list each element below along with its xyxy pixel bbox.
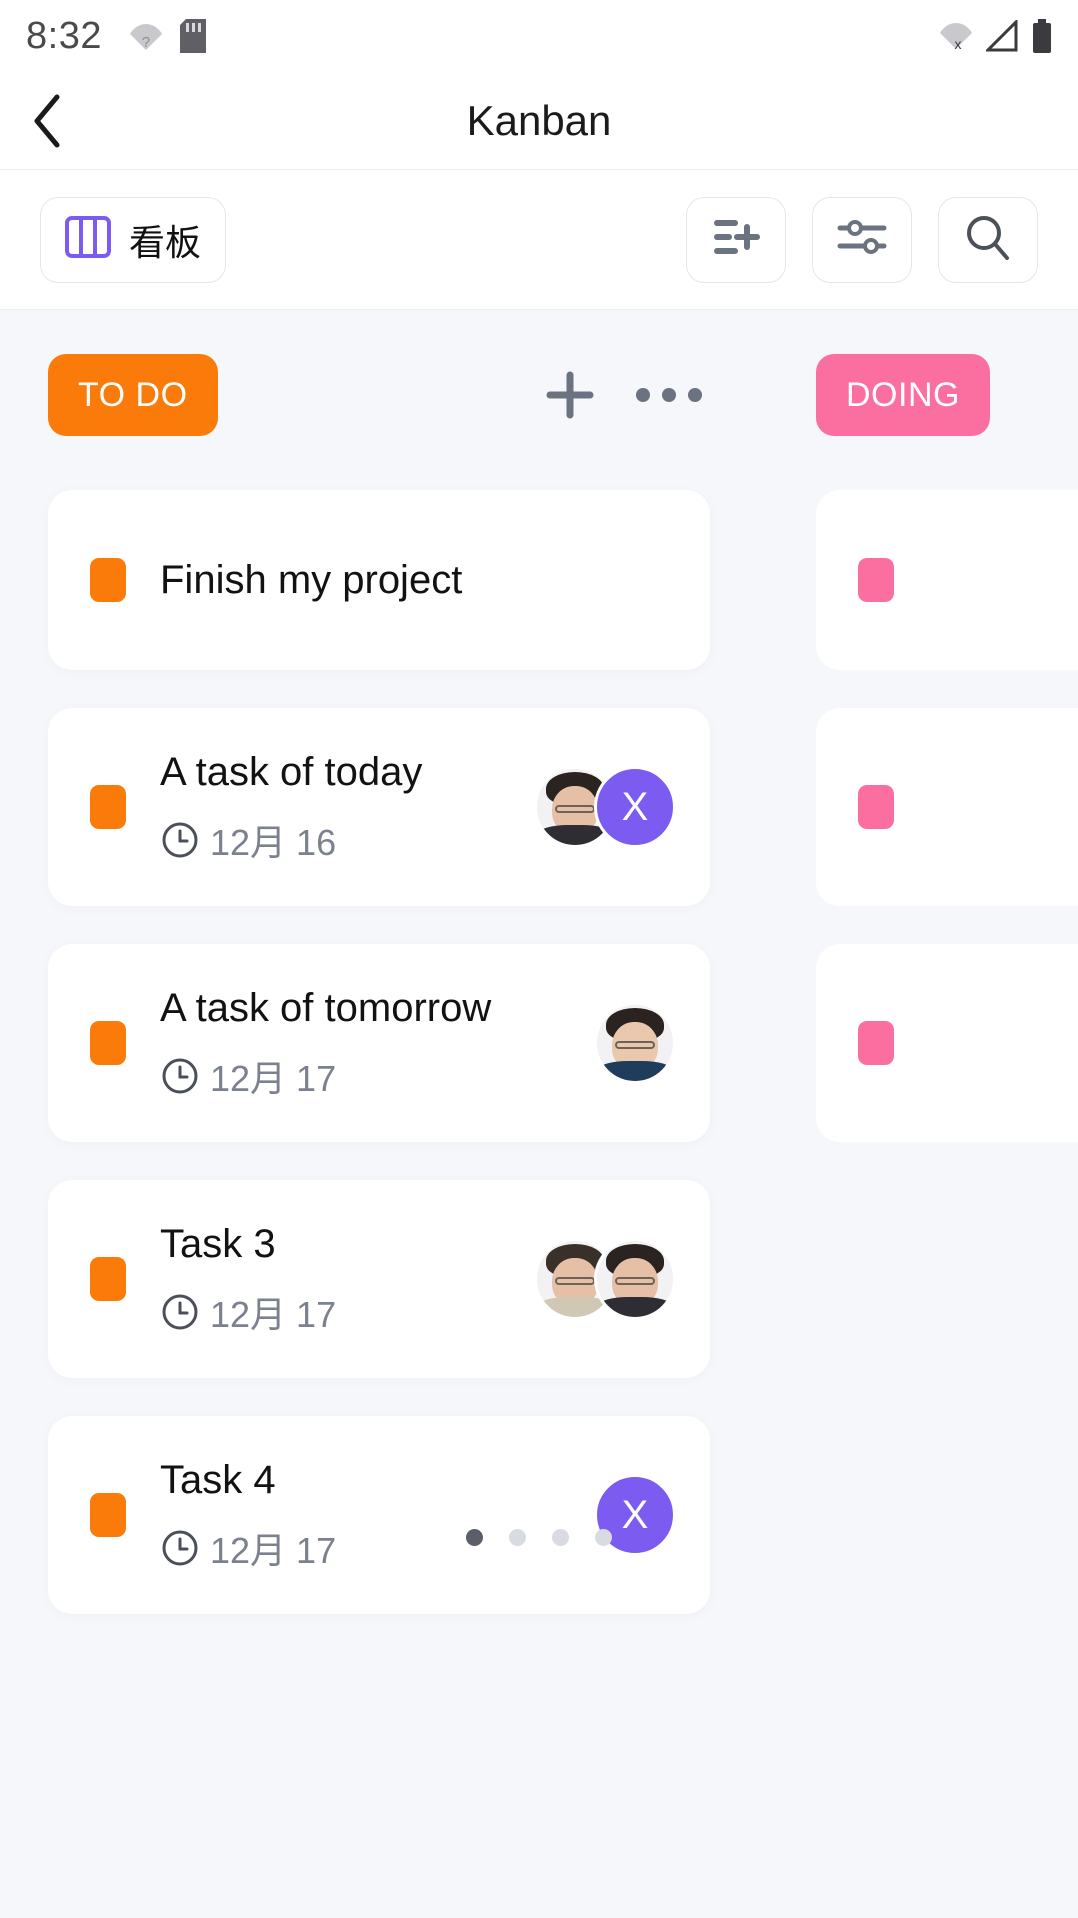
clock-icon [162, 1294, 198, 1330]
card-title: Task 3 [160, 1222, 276, 1266]
board-column-todo[interactable]: TO DO Finish my project A task of today … [0, 348, 758, 1614]
column-actions-todo [542, 367, 710, 423]
card-title: Task 4 [160, 1458, 276, 1502]
avatar[interactable] [594, 1238, 676, 1320]
card-meta: 12月 16 [160, 814, 520, 866]
pager-dot[interactable] [595, 1529, 612, 1546]
card-avatars [594, 1002, 676, 1084]
column-title-badge-doing[interactable]: DOING [816, 354, 990, 436]
card-color-marker [858, 785, 894, 829]
pager-dot[interactable] [552, 1529, 569, 1546]
status-bar-time: 8:32 [26, 14, 102, 57]
app-bar: Kanban [0, 72, 1078, 170]
card-color-marker [90, 558, 126, 602]
card-due-date: 12月 16 [210, 822, 337, 863]
task-card[interactable]: Task 4 12月 17 X [48, 1416, 710, 1614]
battery-icon [1032, 19, 1052, 53]
task-card[interactable] [816, 708, 1078, 906]
card-body: A task of tomorrow 12月 17 [160, 984, 580, 1102]
task-card[interactable]: A task of tomorrow 12月 17 [48, 944, 710, 1142]
card-avatars [534, 1238, 676, 1320]
column-cards-todo: Finish my project A task of today 12月 16… [48, 490, 710, 1614]
card-color-marker [90, 1021, 126, 1065]
card-title: A task of tomorrow [160, 986, 492, 1030]
wifi-off-icon: x [938, 20, 974, 52]
search-icon [964, 213, 1012, 266]
view-mode-chip-label: 看板 [128, 221, 201, 263]
wifi-question-icon: ? [128, 21, 164, 51]
card-color-marker [858, 1021, 894, 1065]
card-color-marker [90, 1257, 126, 1301]
card-meta: 12月 17 [160, 1050, 580, 1102]
page-title: Kanban [466, 96, 612, 144]
search-button[interactable] [938, 196, 1038, 283]
kanban-board[interactable]: TO DO Finish my project A task of today … [0, 310, 1078, 1918]
pager-dot[interactable] [509, 1529, 526, 1546]
svg-text:?: ? [142, 34, 150, 51]
dot-icon [662, 388, 676, 402]
card-title: Finish my project [160, 558, 463, 602]
avatar[interactable] [594, 1002, 676, 1084]
dot-icon [688, 388, 702, 402]
board-pager[interactable] [0, 1529, 1078, 1546]
clock-icon [162, 1058, 198, 1094]
clock-icon [162, 822, 198, 858]
signal-icon [986, 20, 1020, 52]
card-body: A task of today 12月 16 [160, 748, 520, 866]
task-card[interactable] [816, 490, 1078, 670]
task-card[interactable]: Finish my project [48, 490, 710, 670]
task-card[interactable] [816, 944, 1078, 1142]
view-mode-chip-board[interactable]: 看板 [40, 196, 226, 283]
card-color-marker [90, 785, 126, 829]
card-body: Task 3 12月 17 [160, 1220, 520, 1338]
column-title-badge-todo[interactable]: TO DO [48, 354, 218, 436]
column-menu-button[interactable] [636, 388, 702, 402]
toolbar: 看板 [0, 170, 1078, 310]
plus-icon [546, 371, 594, 419]
pager-dot[interactable] [466, 1529, 483, 1546]
columns-icon [64, 216, 111, 263]
card-due-date: 12月 17 [210, 1058, 337, 1099]
card-color-marker [858, 558, 894, 602]
svg-text:x: x [955, 36, 962, 52]
add-list-button[interactable] [686, 196, 786, 283]
sliders-icon [837, 216, 887, 263]
dot-icon [636, 388, 650, 402]
card-meta: 12月 17 [160, 1286, 520, 1338]
filter-button[interactable] [812, 196, 912, 283]
avatar[interactable]: X [594, 766, 676, 848]
card-body: Task 4 12月 17 [160, 1456, 580, 1574]
status-bar: 8:32 ? x [0, 0, 1078, 72]
list-add-icon [712, 216, 760, 263]
add-card-button[interactable] [542, 367, 598, 423]
board-column-doing[interactable]: DOING [816, 348, 1078, 1142]
card-title: A task of today [160, 750, 423, 794]
card-avatars: X [534, 766, 676, 848]
card-body: Finish my project [160, 556, 662, 604]
board-columns: TO DO Finish my project A task of today … [0, 310, 1078, 1614]
card-due-date: 12月 17 [210, 1294, 337, 1335]
status-bar-right-icons: x [938, 19, 1052, 53]
toolbar-actions [686, 196, 1038, 283]
sd-card-icon [179, 19, 206, 53]
column-header-todo: TO DO [48, 348, 710, 442]
column-cards-doing [816, 490, 1078, 1142]
status-bar-left-icons: ? [128, 19, 206, 53]
task-card[interactable]: A task of today 12月 16 X [48, 708, 710, 906]
task-card[interactable]: Task 3 12月 17 [48, 1180, 710, 1378]
column-header-doing: DOING [816, 348, 1078, 442]
